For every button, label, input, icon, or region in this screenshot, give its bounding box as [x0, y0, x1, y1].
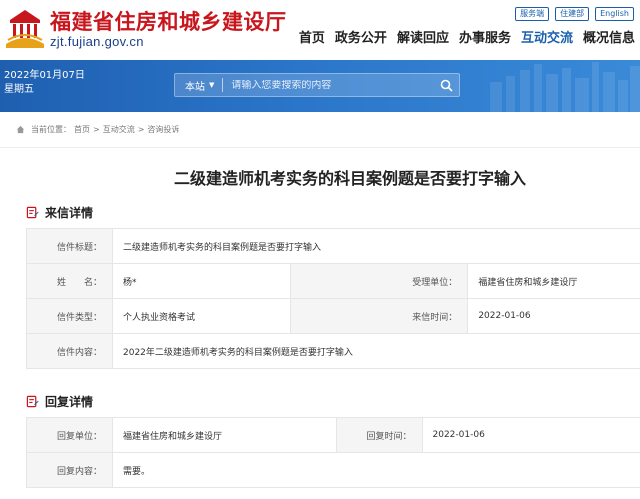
content-label: 信件内容： — [26, 333, 113, 369]
current-weekday: 星期五 — [4, 84, 34, 95]
utility-link-english[interactable]: English — [595, 7, 634, 21]
subject-value: 二级建造师机考实务的科目案例题是否要打字输入 — [112, 228, 640, 264]
table-row: 回复单位： 福建省住房和城乡建设厅 回复时间： 2022-01-06 — [26, 417, 640, 453]
letter-detail-icon — [26, 206, 39, 218]
breadcrumb: 当前位置： 首页 > 互动交流 > 咨询投诉 — [0, 112, 640, 148]
search-scope-select[interactable]: 本站 ▼ — [175, 78, 222, 93]
type-value: 个人执业资格考试 — [112, 298, 291, 334]
nav-services[interactable]: 办事服务 — [454, 30, 516, 48]
site-logo-icon[interactable] — [4, 6, 46, 50]
table-row: 信件类型： 个人执业资格考试 来信时间： 2022-01-06 — [26, 298, 640, 334]
utility-links: 服务端 住建部 English — [515, 7, 634, 21]
table-row: 姓 名： 杨* 受理单位： 福建省住房和城乡建设厅 — [26, 263, 640, 299]
subject-label: 信件标题： — [26, 228, 113, 264]
search-scope-label: 本站 — [185, 81, 205, 93]
type-label: 信件类型： — [26, 298, 113, 334]
reply-content-value: 需要。 — [112, 452, 640, 488]
banner: 2022年01月07日 星期五 本站 ▼ — [0, 60, 640, 112]
nav-interaction[interactable]: 互动交流 — [516, 30, 578, 48]
letter-section-title: 来信详情 — [45, 205, 94, 220]
reply-section-title: 回复详情 — [45, 394, 94, 409]
breadcrumb-consult[interactable]: 咨询投诉 — [147, 124, 179, 135]
reply-unit-label: 回复单位： — [26, 417, 113, 453]
breadcrumb-prefix: 当前位置： — [31, 125, 71, 134]
reply-detail-icon — [26, 395, 39, 407]
reply-content-label: 回复内容： — [26, 452, 113, 488]
date-display: 2022年01月07日 星期五 — [4, 69, 85, 97]
content-value: 2022年二级建造师机考实务的科目案例题是否要打字输入 — [112, 333, 640, 369]
search-icon — [440, 79, 453, 92]
nav-gov-affairs[interactable]: 政务公开 — [330, 30, 392, 48]
utility-link-ministry[interactable]: 住建部 — [555, 7, 590, 21]
dept-label: 受理单位： — [289, 263, 469, 299]
time-value: 2022-01-06 — [467, 298, 640, 334]
search-input[interactable] — [231, 79, 433, 91]
nav-overview[interactable]: 概况信息 — [578, 30, 640, 48]
location-icon — [16, 125, 25, 134]
site-header: 福建省住房和城乡建设厅 zjt.fujian.gov.cn 服务端 住建部 En… — [0, 0, 640, 60]
current-date: 2022年01月07日 — [4, 70, 85, 81]
dept-value: 福建省住房和城乡建设厅 — [467, 263, 640, 299]
table-row: 信件内容： 2022年二级建造师机考实务的科目案例题是否要打字输入 — [26, 333, 640, 369]
reply-unit-value: 福建省住房和城乡建设厅 — [112, 417, 337, 453]
breadcrumb-separator: > — [93, 125, 100, 134]
utility-link-service[interactable]: 服务端 — [515, 7, 550, 21]
search-box: 本站 ▼ — [174, 73, 460, 97]
reply-time-value: 2022-01-06 — [421, 417, 640, 453]
table-row: 回复内容： 需要。 — [26, 452, 640, 488]
search-button[interactable] — [433, 74, 459, 96]
breadcrumb-interaction[interactable]: 互动交流 — [103, 124, 135, 135]
nav-interpretation[interactable]: 解读回应 — [392, 30, 454, 48]
chevron-down-icon: ▼ — [209, 81, 215, 89]
reply-section-heading: 回复详情 — [0, 391, 640, 411]
breadcrumb-home[interactable]: 首页 — [74, 124, 90, 135]
main-nav: 首页 政务公开 解读回应 办事服务 互动交流 概况信息 — [294, 30, 640, 48]
page-title: 二级建造师机考实务的科目案例题是否要打字输入 — [173, 169, 526, 188]
time-label: 来信时间： — [289, 298, 469, 334]
letter-detail-table: 信件标题： 二级建造师机考实务的科目案例题是否要打字输入 姓 名： 杨* 受理单… — [26, 228, 640, 369]
reply-time-label: 回复时间： — [335, 417, 423, 453]
reply-detail-table: 回复单位： 福建省住房和城乡建设厅 回复时间： 2022-01-06 回复内容：… — [26, 417, 640, 488]
site-name[interactable]: 福建省住房和城乡建设厅 — [50, 6, 287, 36]
search-divider — [222, 78, 224, 92]
breadcrumb-separator: > — [137, 125, 145, 134]
nav-home[interactable]: 首页 — [294, 30, 330, 48]
name-label: 姓 名： — [26, 263, 113, 299]
name-value: 杨* — [112, 263, 291, 299]
site-url: zjt.fujian.gov.cn — [50, 34, 144, 49]
table-row: 信件标题： 二级建造师机考实务的科目案例题是否要打字输入 — [26, 228, 640, 264]
letter-section-heading: 来信详情 — [0, 202, 640, 222]
